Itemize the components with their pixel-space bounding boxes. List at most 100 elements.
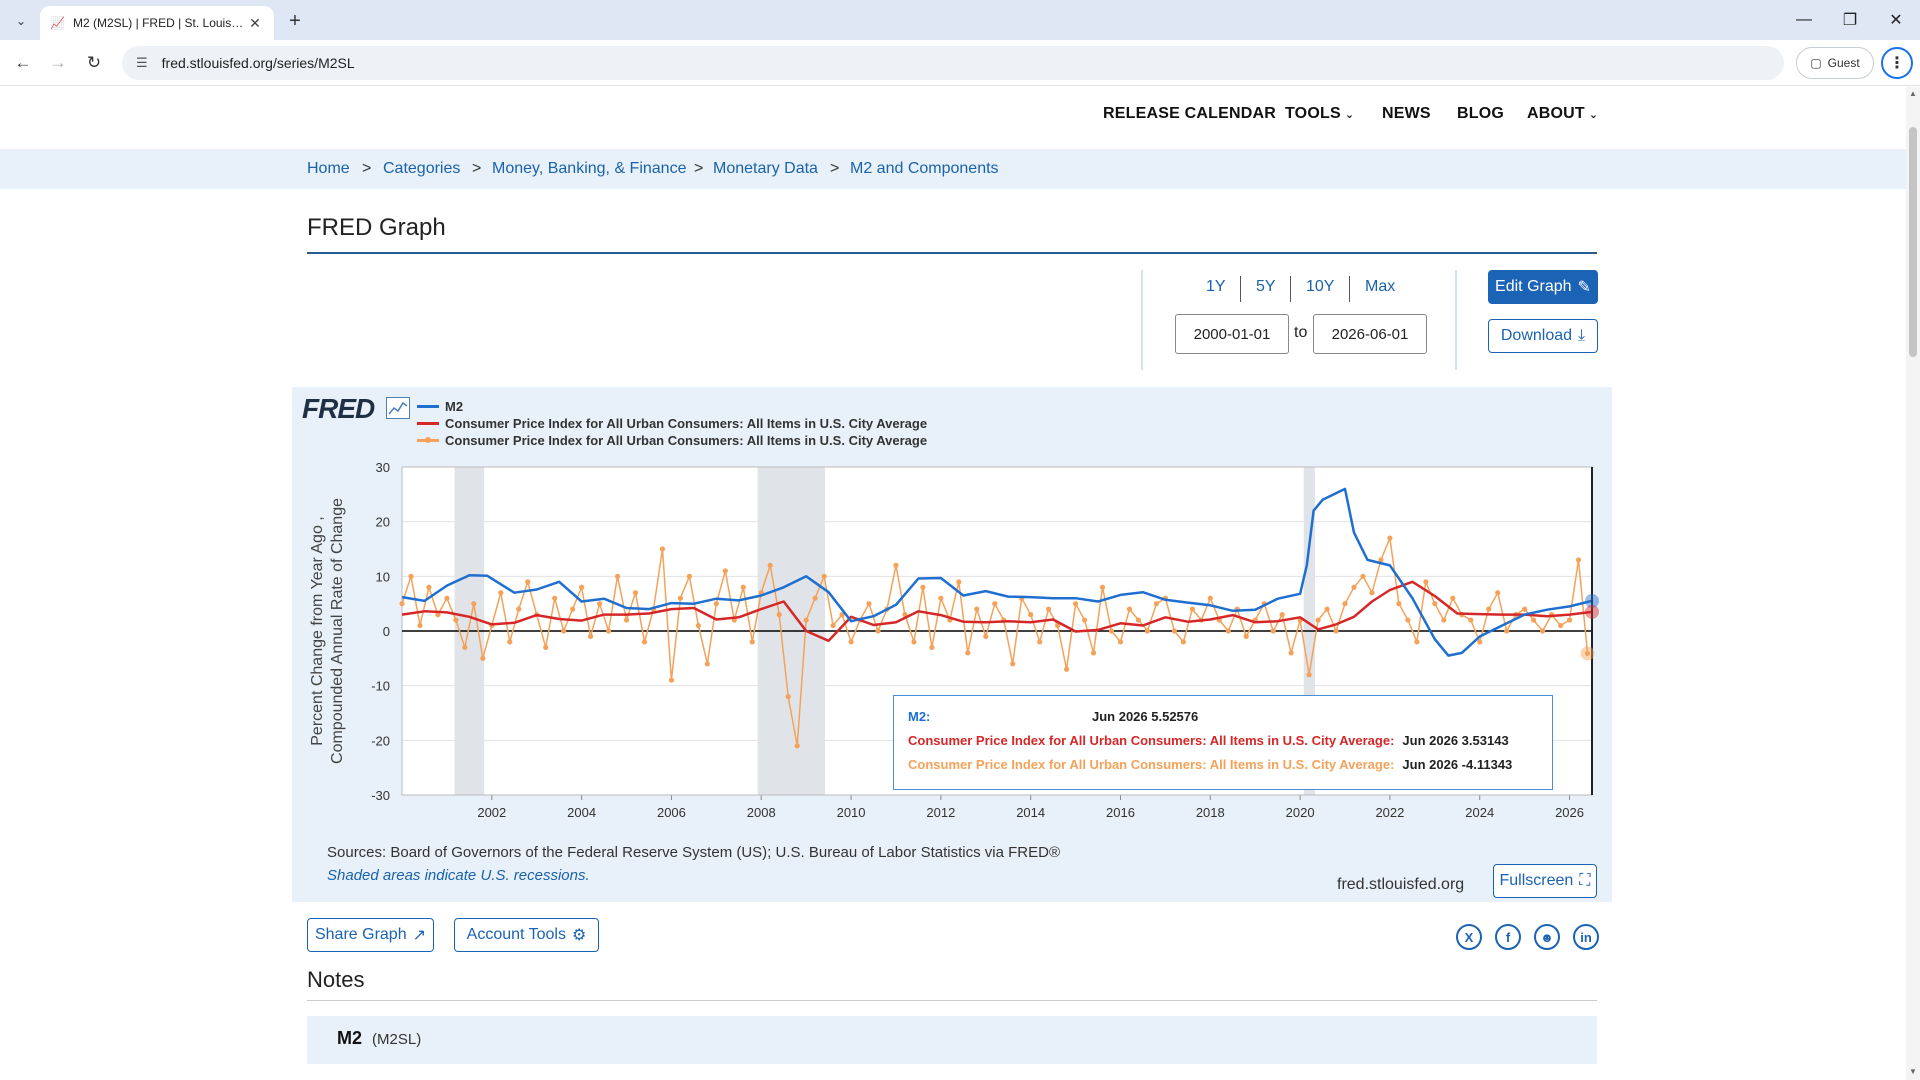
breadcrumb-separator: > — [830, 160, 840, 177]
back-icon[interactable]: ← — [9, 49, 37, 77]
breadcrumb-home[interactable]: Home — [307, 160, 350, 178]
data-point — [785, 694, 791, 700]
page-scrollbar[interactable]: ▲ ▼ — [1906, 87, 1920, 1080]
data-point — [929, 644, 935, 650]
x-tick-label: 2010 — [837, 805, 866, 820]
nav-release-calendar[interactable]: RELEASE CALENDAR — [1103, 105, 1276, 123]
address-bar[interactable]: ☰ fred.stlouisfed.org/series/M2SL — [122, 46, 1784, 80]
site-top-nav: RELEASE CALENDAR TOOLS ⌄ NEWS BLOG ABOUT ⌄ — [0, 87, 1906, 147]
minimize-icon[interactable]: — — [1784, 6, 1824, 34]
window-close-icon[interactable]: ✕ — [1876, 6, 1916, 34]
legend-item-cpi-rate[interactable]: Consumer Price Index for All Urban Consu… — [417, 433, 927, 448]
legend-item-cpi[interactable]: Consumer Price Index for All Urban Consu… — [417, 416, 927, 431]
account-tools-button[interactable]: Account Tools ⚙ — [454, 918, 599, 952]
restore-icon[interactable]: ❐ — [1830, 6, 1870, 34]
data-point — [1324, 606, 1330, 612]
share-graph-button[interactable]: Share Graph ↗ — [307, 918, 434, 952]
data-point — [749, 639, 755, 645]
data-point — [1333, 628, 1339, 634]
range-max-button[interactable]: Max — [1365, 278, 1395, 296]
y-axis-label: Percent Change from Year Ago , — [309, 516, 326, 745]
x-tick-label: 2014 — [1016, 805, 1045, 820]
breadcrumb-categories[interactable]: Categories — [383, 160, 460, 178]
forward-icon[interactable]: → — [44, 49, 72, 77]
data-point — [1099, 584, 1106, 590]
data-point — [659, 546, 666, 552]
data-point — [1432, 601, 1438, 607]
data-point — [1306, 672, 1312, 678]
y-tick-label: -20 — [371, 733, 390, 748]
download-button[interactable]: Download ⤓ — [1488, 319, 1598, 353]
breadcrumb-separator: > — [472, 160, 482, 177]
data-point — [1108, 628, 1115, 634]
data-point — [426, 584, 432, 590]
breadcrumb: Home > Categories > Money, Banking, & Fi… — [0, 149, 1906, 189]
close-tab-icon[interactable]: ✕ — [246, 14, 264, 32]
start-date-input[interactable]: 2000-01-01 — [1175, 314, 1289, 354]
data-point — [1575, 557, 1582, 563]
tab-search-chevron-icon[interactable]: ⌄ — [8, 8, 34, 34]
range-10y-button[interactable]: 10Y — [1306, 278, 1334, 296]
fred-chart[interactable]: -30 -20 -10 0 10 20 30 2002 2004 2006 2008 2010 2012… — [292, 387, 1612, 902]
range-1y-button[interactable]: 1Y — [1206, 278, 1226, 296]
breadcrumb-monetary-data[interactable]: Monetary Data — [713, 160, 818, 178]
scroll-down-icon[interactable]: ▼ — [1908, 1067, 1918, 1077]
data-point — [1477, 639, 1483, 645]
edit-icon: ✎ — [1577, 279, 1591, 296]
y-tick-label: -10 — [371, 679, 390, 694]
data-point — [1037, 639, 1043, 645]
nav-blog[interactable]: BLOG — [1457, 105, 1504, 123]
fred-site-url: fred.stlouisfed.org — [1337, 876, 1465, 893]
x-tick-label: 2024 — [1465, 805, 1494, 820]
download-label: Download — [1500, 327, 1573, 344]
x-tick-label: 2002 — [477, 805, 506, 820]
breadcrumb-money-banking[interactable]: Money, Banking, & Finance — [492, 160, 686, 178]
linkedin-icon[interactable]: in — [1573, 924, 1599, 950]
data-point — [552, 595, 558, 601]
data-point — [812, 595, 818, 601]
favicon-icon: 📈 — [50, 16, 65, 30]
data-point — [1081, 617, 1088, 623]
browser-menu-icon[interactable]: ⋮ — [1881, 47, 1913, 79]
data-point — [1189, 606, 1195, 612]
data-point — [1243, 633, 1249, 640]
data-point — [480, 655, 486, 661]
range-separator — [1290, 276, 1291, 302]
range-5y-button[interactable]: 5Y — [1256, 278, 1276, 296]
legend-item-m2[interactable]: M2 — [417, 399, 463, 414]
scroll-thumb[interactable] — [1909, 127, 1917, 357]
y-tick-label: 10 — [376, 569, 390, 584]
scroll-up-icon[interactable]: ▲ — [1908, 89, 1918, 99]
account-tools-label: Account Tools — [466, 926, 566, 943]
facebook-icon[interactable]: f — [1495, 924, 1521, 950]
profile-button[interactable]: ▢ Guest — [1796, 47, 1874, 79]
x-tick-label: 2026 — [1555, 805, 1584, 820]
data-point — [1135, 617, 1142, 623]
data-point — [588, 633, 594, 640]
notes-series-box: M2 (M2SL) — [307, 1016, 1597, 1064]
nav-about[interactable]: ABOUT ⌄ — [1527, 105, 1598, 123]
reddit-icon[interactable]: ☻ — [1534, 924, 1560, 950]
breadcrumb-m2-components[interactable]: M2 and Components — [850, 160, 999, 178]
site-info-icon[interactable]: ☰ — [136, 55, 148, 71]
nav-news[interactable]: NEWS — [1382, 105, 1431, 123]
data-point — [516, 606, 522, 612]
reload-icon[interactable]: ↻ — [80, 49, 108, 77]
nav-tools[interactable]: TOOLS ⌄ — [1285, 105, 1354, 123]
edit-graph-button[interactable]: Edit Graph ✎ — [1488, 270, 1598, 304]
legend-label: M2 — [445, 399, 464, 414]
data-point — [1279, 612, 1285, 618]
chevron-down-icon: ⌄ — [1588, 109, 1599, 121]
end-date-input[interactable]: 2026-06-01 — [1313, 314, 1427, 354]
fullscreen-button[interactable]: Fullscreen ⛶ — [1493, 864, 1597, 898]
x-twitter-icon[interactable]: X — [1456, 924, 1482, 950]
data-point — [623, 617, 630, 623]
hover-marker — [1580, 646, 1595, 661]
data-point — [1117, 639, 1124, 645]
share-icon: ↗ — [412, 927, 426, 944]
new-tab-icon[interactable]: + — [282, 8, 308, 34]
profile-icon: ▢ — [1810, 56, 1822, 70]
browser-tab[interactable]: 📈 M2 (M2SL) | FRED | St. Louis Fed ✕ — [40, 6, 274, 40]
data-point — [803, 617, 809, 623]
breadcrumb-separator: > — [362, 160, 372, 177]
